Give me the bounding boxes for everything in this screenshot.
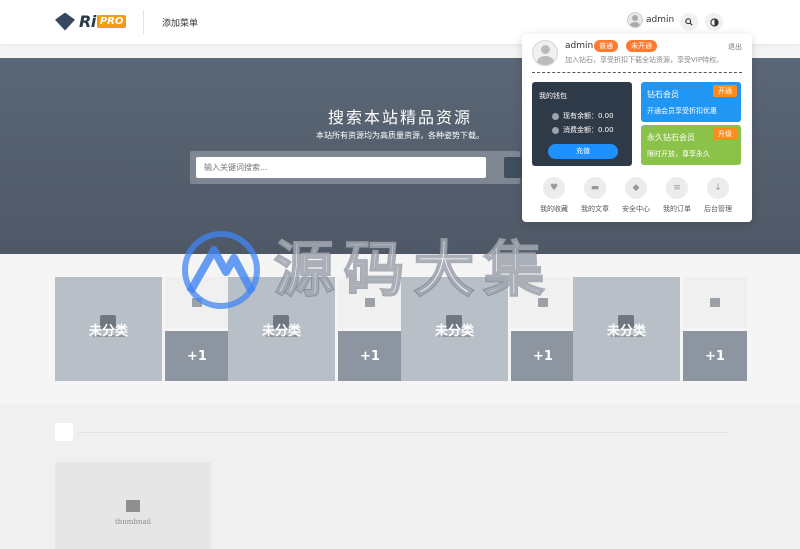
category-thumb[interactable]: [511, 277, 575, 328]
vip-title: 永久钻石会员: [647, 133, 695, 142]
post-thumbnail-card[interactable]: thumbnail: [55, 462, 211, 549]
image-placeholder-icon: [710, 298, 720, 307]
category-cards-section: 未分类 +1 未分类 +1 未分类 +1 未分类 +1: [0, 254, 800, 404]
nav-add-menu-link[interactable]: 添加菜单: [162, 16, 198, 29]
lifetime-vip-card[interactable]: 永久钻石会员 升级 限时开放，尊享永久: [641, 125, 741, 165]
image-placeholder-icon: [126, 500, 140, 512]
image-placeholder-icon: [365, 298, 375, 307]
recharge-button[interactable]: 充值: [548, 144, 618, 159]
image-placeholder-icon: [192, 298, 202, 307]
section-divider: [78, 432, 728, 433]
shield-icon: ◆: [625, 177, 647, 199]
category-label: 未分类: [606, 323, 646, 339]
heart-icon: ♥: [543, 177, 565, 199]
vip-subtitle: 开通会员享受折扣优惠: [647, 107, 717, 115]
search-input[interactable]: [196, 157, 486, 178]
quick-link-admin[interactable]: ↓ 后台管理: [698, 177, 738, 214]
open-vip-button[interactable]: 开通: [713, 85, 737, 97]
category-thumb[interactable]: [683, 277, 747, 328]
dashed-divider: [532, 72, 742, 73]
quick-link-label: 安全中心: [622, 205, 650, 213]
latest-posts-section: thumbnail: [0, 404, 800, 549]
user-menu-trigger[interactable]: admin: [627, 12, 674, 28]
search-bar: [190, 151, 524, 184]
dropdown-username: admin: [565, 41, 594, 51]
wallet-spent-label: 消费金额：: [563, 126, 598, 134]
category-more-tile[interactable]: +1: [511, 331, 575, 381]
wallet-title: 我的钱包: [539, 92, 567, 100]
category-label: 未分类: [261, 323, 301, 339]
category-label: 未分类: [88, 323, 128, 339]
category-more-count: +1: [705, 348, 725, 364]
thumbnail-label: thumbnail: [114, 518, 152, 526]
avatar: [627, 12, 643, 28]
contrast-icon: [709, 17, 719, 27]
theme-toggle-button[interactable]: [705, 13, 723, 31]
user-level-badge: 普通: [594, 40, 618, 52]
quick-link-security[interactable]: ◆ 安全中心: [616, 177, 656, 214]
site-logo[interactable]: Ri PRO: [55, 12, 127, 31]
category-label: 未分类: [434, 323, 474, 339]
quick-link-favorites[interactable]: ♥ 我的收藏: [534, 177, 574, 214]
header-username: admin: [646, 15, 675, 25]
category-more-tile[interactable]: +1: [683, 331, 747, 381]
quick-link-label: 我的订单: [663, 205, 691, 213]
wallet-balance-row: 现有余额： 0.00: [552, 111, 614, 121]
download-icon: ↓: [707, 177, 729, 199]
wallet-spent-row: 消费金额： 0.00: [552, 125, 614, 135]
quick-link-label: 后台管理: [704, 205, 732, 213]
category-main-tile[interactable]: 未分类: [55, 277, 162, 381]
header-divider: [143, 10, 144, 34]
wallet-balance-value: 0.00: [598, 112, 614, 120]
search-submit-button[interactable]: [504, 157, 524, 178]
diamond-vip-card[interactable]: 钻石会员 开通 开通会员享受折扣优惠: [641, 82, 741, 122]
search-button[interactable]: [680, 13, 698, 31]
category-more-tile[interactable]: +1: [338, 331, 402, 381]
quick-link-label: 我的文章: [581, 205, 609, 213]
logout-link[interactable]: 退出: [728, 42, 742, 52]
category-main-tile[interactable]: 未分类: [573, 277, 680, 381]
vip-subtitle: 限时开放，尊享永久: [647, 150, 710, 158]
category-card[interactable]: 未分类 +1: [55, 277, 229, 381]
quick-link-orders[interactable]: ≡ 我的订单: [657, 177, 697, 214]
logo-diamond-icon: [55, 12, 75, 31]
logo-ri-text: Ri: [79, 12, 96, 31]
vip-status-badge: 未开通: [626, 40, 657, 52]
image-placeholder-icon: [538, 298, 548, 307]
category-card[interactable]: 未分类 +1: [573, 277, 747, 381]
vip-title: 钻石会员: [647, 90, 679, 99]
upgrade-vip-button[interactable]: 升级: [713, 128, 737, 140]
category-main-tile[interactable]: 未分类: [401, 277, 508, 381]
wallet-balance-label: 现有余额：: [563, 112, 598, 120]
category-card[interactable]: 未分类 +1: [401, 277, 575, 381]
search-icon: [685, 18, 693, 26]
logo-pro-text: PRO: [96, 15, 127, 28]
quick-link-articles[interactable]: ▬ 我的文章: [575, 177, 615, 214]
category-card[interactable]: 未分类 +1: [228, 277, 402, 381]
category-more-tile[interactable]: +1: [165, 331, 229, 381]
category-more-count: +1: [360, 348, 380, 364]
section-title-block: [55, 423, 73, 441]
wallet-spent-value: 0.00: [598, 126, 614, 134]
user-dropdown-panel: admin 普通 未开通 退出 加入钻石，享受折扣下载全站资源，享受VIP特权。…: [522, 34, 752, 222]
folder-icon: ▬: [584, 177, 606, 199]
category-thumb[interactable]: [338, 277, 402, 328]
category-more-count: +1: [533, 348, 553, 364]
wallet-card: 我的钱包 现有余额： 0.00 消费金额： 0.00 充值: [532, 82, 632, 166]
category-more-count: +1: [187, 348, 207, 364]
category-thumb[interactable]: [165, 277, 229, 328]
order-icon: ≡: [666, 177, 688, 199]
vip-promo-text: 加入钻石，享受折扣下载全站资源，享受VIP特权。: [565, 56, 724, 64]
avatar: [532, 40, 558, 66]
coin-icon: [552, 126, 559, 134]
coin-icon: [552, 112, 559, 120]
quick-link-label: 我的收藏: [540, 205, 568, 213]
category-main-tile[interactable]: 未分类: [228, 277, 335, 381]
